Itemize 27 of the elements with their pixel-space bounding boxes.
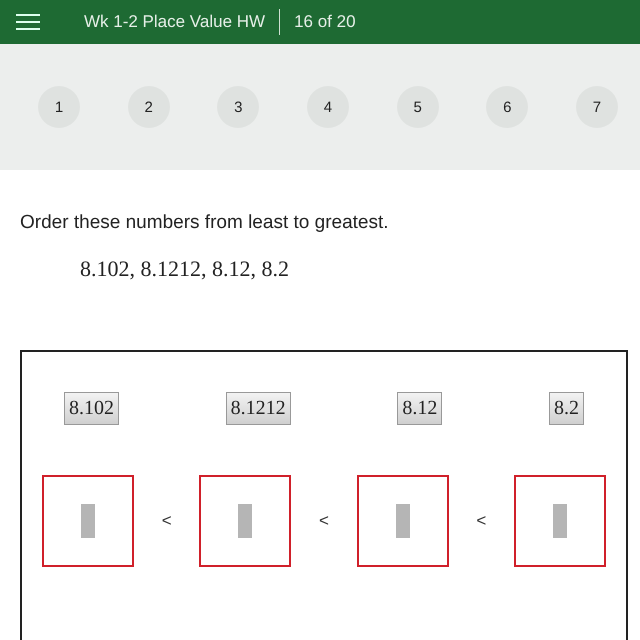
question-button[interactable]: 3 xyxy=(217,86,260,128)
less-than-sign: < xyxy=(319,511,329,531)
number-tile[interactable]: 8.102 xyxy=(64,392,119,425)
less-than-sign: < xyxy=(162,511,172,531)
cursor-icon xyxy=(396,504,410,538)
number-list: 8.102, 8.1212, 8.12, 8.2 xyxy=(80,256,628,282)
question-prompt: Order these numbers from least to greatest. xyxy=(20,212,390,234)
drop-box[interactable] xyxy=(199,475,292,567)
number-tile[interactable]: 8.2 xyxy=(548,392,584,425)
menu-icon[interactable] xyxy=(16,13,40,31)
drop-box[interactable] xyxy=(514,475,606,567)
cursor-icon xyxy=(552,504,567,538)
number-tile[interactable]: 8.1212 xyxy=(226,392,291,425)
drop-box[interactable] xyxy=(356,475,449,567)
cursor-icon xyxy=(238,504,252,538)
question-button[interactable]: 4 xyxy=(306,86,349,128)
question-button[interactable]: 7 xyxy=(576,86,618,128)
question-button[interactable]: 5 xyxy=(396,86,439,128)
number-tile[interactable]: 8.12 xyxy=(397,392,442,425)
question-button[interactable]: 1 xyxy=(38,86,80,128)
progress-counter: 16 of 20 xyxy=(294,12,356,32)
drop-box[interactable] xyxy=(42,475,134,567)
less-than-sign: < xyxy=(476,511,486,531)
cursor-icon xyxy=(81,504,95,538)
question-button[interactable]: 6 xyxy=(486,86,528,128)
question-button[interactable]: 2 xyxy=(128,86,170,128)
assignment-title: Wk 1-2 Place Value HW xyxy=(84,12,266,32)
